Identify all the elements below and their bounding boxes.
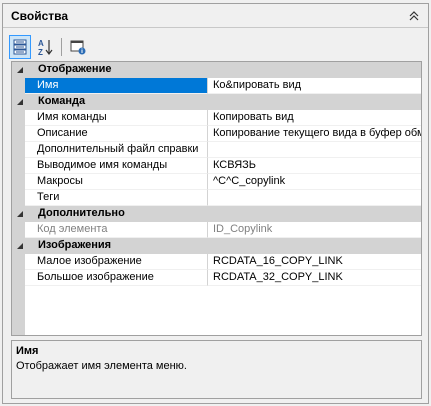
property-row-large-image[interactable]: Большое изображение RCDATA_32_COPY_LINK [12, 270, 421, 286]
properties-toolbar: A Z [9, 35, 424, 61]
alphabetical-sort-button[interactable]: A Z [34, 35, 56, 59]
property-name: Имя [25, 78, 208, 94]
property-value[interactable]: Копировать вид [208, 110, 421, 126]
property-value[interactable]: Копирование текущего вида в буфер обм [208, 126, 421, 142]
property-value[interactable]: Ко&пировать вид [208, 78, 421, 94]
categorized-view-button[interactable] [9, 35, 31, 59]
property-name: Макросы [25, 174, 208, 190]
property-name: Малое изображение [25, 254, 208, 270]
collapse-button[interactable] [406, 8, 422, 24]
svg-text:Z: Z [38, 48, 43, 56]
property-name: Имя команды [25, 110, 208, 126]
category-label: Изображения [38, 239, 112, 251]
svg-text:A: A [38, 39, 44, 48]
collapse-triangle-icon[interactable] [15, 65, 24, 74]
collapse-triangle-icon[interactable] [15, 97, 24, 106]
categorized-icon [13, 39, 27, 55]
property-pages-icon [70, 40, 86, 55]
category-display[interactable]: Отображение [12, 62, 421, 78]
panel-title: Свойства [11, 9, 69, 23]
property-name: Описание [25, 126, 208, 142]
property-row-help-file[interactable]: Дополнительный файл справки [12, 142, 421, 158]
properties-panel: Свойства A Z Отображение Имя Ко&пировать… [2, 3, 429, 404]
property-row-name[interactable]: Имя Ко&пировать вид [12, 78, 421, 94]
category-label: Дополнительно [38, 207, 125, 219]
category-label: Команда [38, 95, 86, 107]
property-value[interactable]: RCDATA_16_COPY_LINK [208, 254, 421, 270]
property-value[interactable] [208, 142, 421, 158]
property-value[interactable]: КСВЯЗЬ [208, 158, 421, 174]
property-value[interactable]: RCDATA_32_COPY_LINK [208, 270, 421, 286]
property-row-element-id: Код элемента ID_Copylink [12, 222, 421, 238]
property-value: ID_Copylink [208, 222, 421, 238]
property-value[interactable]: ^C^C_copylink [208, 174, 421, 190]
property-grid: Отображение Имя Ко&пировать вид Команда … [11, 61, 422, 336]
property-row-display-name[interactable]: Выводимое имя команды КСВЯЗЬ [12, 158, 421, 174]
category-label: Отображение [38, 63, 112, 75]
toolbar-separator [61, 38, 62, 56]
category-advanced[interactable]: Дополнительно [12, 206, 421, 222]
property-pages-button[interactable] [67, 35, 89, 59]
help-pane: Имя Отображает имя элемента меню. [11, 340, 422, 399]
property-name: Код элемента [25, 222, 208, 238]
double-chevron-up-icon [409, 11, 419, 21]
property-name: Выводимое имя команды [25, 158, 208, 174]
property-row-description[interactable]: Описание Копирование текущего вида в буф… [12, 126, 421, 142]
property-row-command-name[interactable]: Имя команды Копировать вид [12, 110, 421, 126]
grid-gutter-empty [12, 286, 25, 335]
property-name: Большое изображение [25, 270, 208, 286]
property-row-tags[interactable]: Теги [12, 190, 421, 206]
sort-az-icon: A Z [38, 39, 53, 56]
category-images[interactable]: Изображения [12, 238, 421, 254]
help-description: Отображает имя элемента меню. [16, 360, 187, 372]
collapse-triangle-icon[interactable] [15, 241, 24, 250]
property-row-small-image[interactable]: Малое изображение RCDATA_16_COPY_LINK [12, 254, 421, 270]
panel-titlebar: Свойства [3, 4, 428, 28]
help-title: Имя [16, 345, 39, 357]
category-command[interactable]: Команда [12, 94, 421, 110]
property-row-macros[interactable]: Макросы ^C^C_copylink [12, 174, 421, 190]
property-name: Дополнительный файл справки [25, 142, 208, 158]
property-name: Теги [25, 190, 208, 206]
collapse-triangle-icon[interactable] [15, 209, 24, 218]
property-value[interactable] [208, 190, 421, 206]
